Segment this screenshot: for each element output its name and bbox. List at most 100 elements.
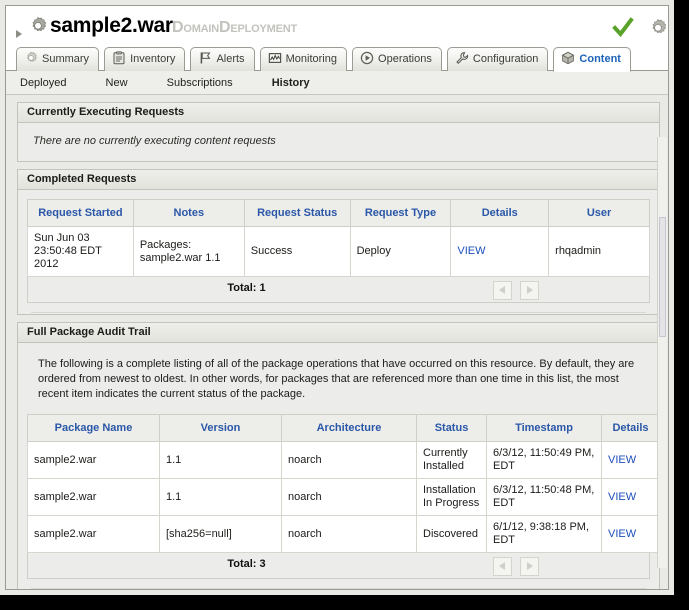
column-header-request-status[interactable]: Request Status [243,199,351,227]
audit-trail-description: The following is a complete listing of a… [38,358,635,400]
content-subnav: Deployed New Subscriptions History [6,71,668,95]
pagination-controls [488,281,539,300]
cell-notes: Packages: sample2.war 1.1 [132,226,245,277]
triangle-right-icon[interactable] [16,30,22,38]
cell-details: VIEW [601,515,660,553]
column-header-request-started[interactable]: Request Started [27,199,134,227]
cell-package-name: sample2.war [27,441,160,479]
cell-package-name: sample2.war [27,515,160,553]
table-header-row: Request Started Notes Request Status Req… [27,199,650,227]
total-label: Total: 1 [227,282,266,294]
panel-header-currently-executing: Currently Executing Requests [18,103,659,123]
vertical-scrollbar[interactable] [657,137,667,568]
tab-inventory[interactable]: Inventory [104,47,186,71]
column-header-architecture[interactable]: Architecture [281,414,417,442]
cell-details: VIEW [601,441,660,479]
subnav-item-subscriptions[interactable]: Subscriptions [167,71,233,95]
table-row[interactable]: sample2.war 1.1 noarch Installation In P… [27,478,660,516]
cell-version: 1.1 [159,441,282,479]
triangle-right-icon[interactable] [520,281,539,300]
cell-architecture: noarch [281,515,417,553]
divider [31,588,646,589]
cell-timestamp: 6/1/12, 9:38:18 PM, EDT [486,515,602,553]
audit-trail-body: The following is a complete listing of a… [18,343,660,589]
empty-message: There are no currently executing content… [33,135,276,147]
subnav-item-history[interactable]: History [272,71,310,95]
subnav-item-deployed[interactable]: Deployed [20,71,66,95]
column-header-version[interactable]: Version [159,414,282,442]
tab-label: Inventory [130,53,176,65]
table-row[interactable]: Sun Jun 03 23:50:48 EDT 2012 Packages: s… [27,226,650,277]
gear-icon [24,51,38,65]
cell-request-started: Sun Jun 03 23:50:48 EDT 2012 [27,226,134,277]
chart-icon [268,51,282,65]
tab-content[interactable]: Content [553,47,631,72]
play-icon [360,51,374,65]
completed-requests-panel: Completed Requests Request Started Notes… [17,169,660,315]
currently-executing-body: There are no currently executing content… [18,123,659,161]
gear-icon[interactable] [648,18,666,38]
green-check-icon [612,17,634,38]
flag-icon [198,51,212,65]
cell-version: [sha256=null] [159,515,282,553]
tab-monitoring[interactable]: Monitoring [259,47,347,71]
gear-icon [32,17,47,32]
column-header-details[interactable]: Details [601,414,660,442]
window-inner: sample2.war DomainDeployment Summary Inv… [5,5,669,590]
tab-label: Alerts [216,53,245,65]
column-header-request-type[interactable]: Request Type [349,199,452,227]
subnav-item-new[interactable]: New [106,71,128,95]
column-header-notes[interactable]: Notes [132,199,245,227]
cell-request-type: Deploy [349,226,452,277]
cell-status: Currently Installed [416,441,487,479]
cell-details: VIEW [601,478,660,516]
tab-label: Monitoring [285,53,337,65]
total-label: Total: 3 [227,558,266,570]
application-window: sample2.war DomainDeployment Summary Inv… [0,0,677,598]
completed-requests-footer: Total: 1 [27,277,650,303]
panel-header-audit-trail: Full Package Audit Trail [18,323,659,343]
view-link[interactable]: VIEW [608,528,636,540]
column-header-status[interactable]: Status [416,414,487,442]
divider [31,312,646,314]
column-header-timestamp[interactable]: Timestamp [486,414,602,442]
tab-label: Operations [378,53,432,65]
column-header-details[interactable]: Details [450,199,550,227]
tab-alerts[interactable]: Alerts [190,47,255,71]
cell-timestamp: 6/3/12, 11:50:48 PM, EDT [486,478,602,516]
triangle-left-icon[interactable] [492,281,512,300]
cell-details: VIEW [450,226,550,277]
column-header-user[interactable]: User [548,199,650,227]
page-title: sample2.war [50,14,173,37]
tab-summary[interactable]: Summary [16,47,100,71]
audit-trail-panel: Full Package Audit Trail The following i… [17,322,660,589]
currently-executing-panel: Currently Executing Requests There are n… [17,102,660,162]
cell-timestamp: 6/3/12, 11:50:49 PM, EDT [486,441,602,479]
audit-trail-table: Package Name Version Architecture Status… [27,414,660,553]
cell-status: Installation In Progress [416,478,487,516]
view-link[interactable]: VIEW [608,491,636,503]
triangle-left-icon[interactable] [492,557,512,576]
tab-operations[interactable]: Operations [352,47,442,71]
tab-configuration[interactable]: Configuration [446,47,549,71]
cell-package-name: sample2.war [27,478,160,516]
view-link[interactable]: VIEW [457,245,485,257]
content-body: Deployed New Subscriptions History Curre… [6,71,668,589]
column-header-package-name[interactable]: Package Name [27,414,160,442]
cell-version: 1.1 [159,478,282,516]
cell-architecture: noarch [281,478,417,516]
scrollbar-thumb[interactable] [659,217,666,337]
main-tab-strip: Summary Inventory Alerts Monitoring Oper… [6,46,668,72]
panel-header-completed-requests: Completed Requests [18,170,659,190]
box-icon [561,51,575,65]
table-row[interactable]: sample2.war 1.1 noarch Currently Install… [27,441,660,479]
table-row[interactable]: sample2.war [sha256=null] noarch Discove… [27,515,660,553]
tab-label: Content [579,53,621,65]
cell-architecture: noarch [281,441,417,479]
wrench-icon [455,51,469,65]
triangle-right-icon[interactable] [520,557,539,576]
view-link[interactable]: VIEW [608,454,636,466]
cell-user: rhqadmin [548,226,650,277]
pagination-controls [488,557,539,576]
audit-trail-footer: Total: 3 [27,553,650,579]
